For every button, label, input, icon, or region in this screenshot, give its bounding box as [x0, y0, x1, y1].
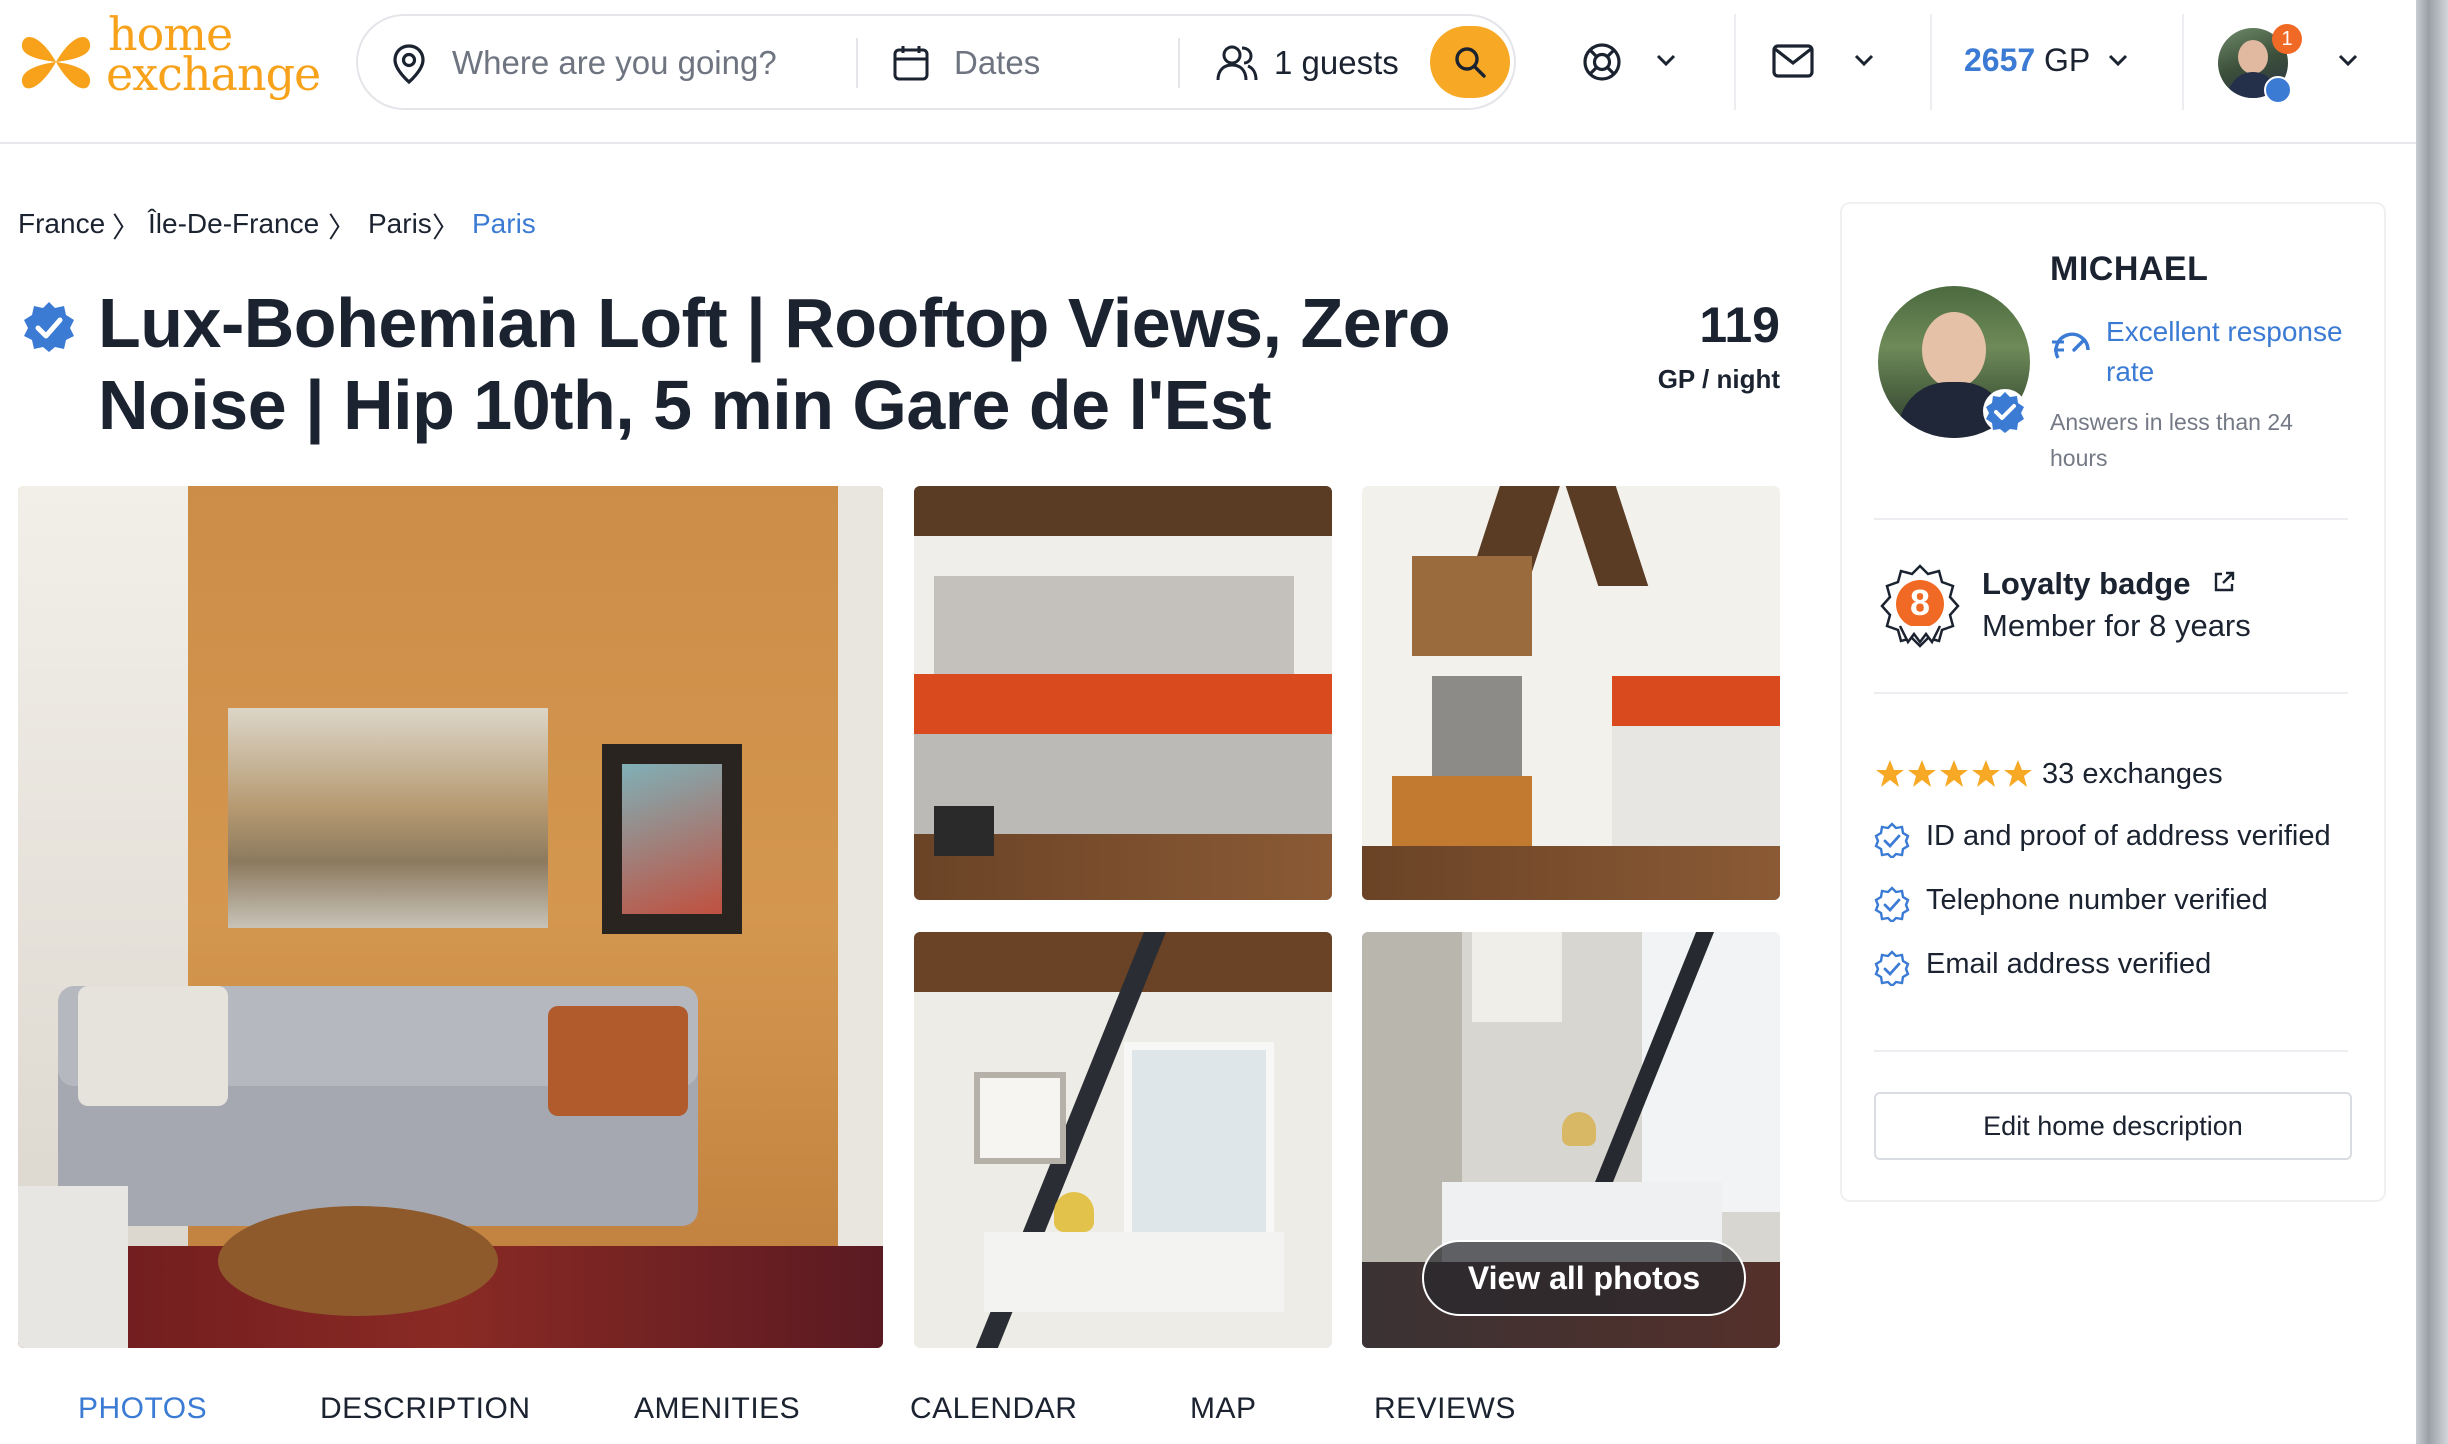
chevron-down-icon[interactable]: [1854, 54, 1874, 68]
edit-home-description-button[interactable]: Edit home description: [1874, 1092, 2352, 1160]
search-button[interactable]: [1430, 26, 1510, 98]
breadcrumb-france[interactable]: France: [18, 208, 105, 240]
breadcrumb-paris[interactable]: Paris: [368, 208, 432, 240]
guests-input[interactable]: 1 guests: [1274, 44, 1399, 82]
verified-check-icon: [1874, 950, 1910, 986]
verified-host-icon: [1983, 389, 2027, 433]
calendar-icon: [893, 46, 929, 81]
photo-living-room[interactable]: [18, 486, 883, 1348]
photo-kitchen[interactable]: [914, 486, 1332, 900]
tab-description[interactable]: DESCRIPTION: [320, 1392, 531, 1426]
top-header: home exchange Where are you going? Dates…: [0, 0, 2416, 144]
external-link-icon[interactable]: [2212, 570, 2236, 594]
chevron-down-icon[interactable]: [2108, 54, 2128, 68]
star-icons: [1876, 760, 2032, 787]
listing-price-unit: GP / night: [1657, 364, 1780, 394]
chevron-down-icon[interactable]: [1656, 54, 1676, 68]
mail-icon[interactable]: [1772, 44, 1814, 78]
search-bar[interactable]: Where are you going? Dates 1 guests: [356, 14, 1516, 110]
tab-amenities[interactable]: AMENITIES: [634, 1392, 800, 1426]
window-edge-strip: [2416, 0, 2448, 1444]
host-response-rate: Excellent response rate: [2106, 316, 2343, 387]
notification-badge: 1: [2272, 24, 2302, 54]
verification-telephone: Telephone number verified: [1926, 884, 2268, 916]
host-name[interactable]: MICHAEL: [2050, 250, 2208, 289]
host-response-time: Answers in less than 24 hours: [2050, 409, 2293, 471]
verification-id-address: ID and proof of address verified: [1926, 820, 2331, 852]
verified-check-icon: [1874, 822, 1910, 858]
tab-photos[interactable]: PHOTOS: [78, 1392, 207, 1426]
verified-listing-icon: [24, 302, 74, 352]
breadcrumb-ile-de-france[interactable]: Île-De-France: [148, 208, 319, 240]
loyalty-badge-title[interactable]: Loyalty badge: [1982, 566, 2190, 602]
search-icon: [1455, 47, 1486, 78]
guests-icon: [1216, 45, 1258, 81]
destination-input[interactable]: Where are you going?: [452, 44, 777, 82]
breadcrumb-current: Paris: [472, 208, 536, 239]
chevron-down-icon[interactable]: [2338, 54, 2358, 68]
loyalty-member-since: Member for 8 years: [1982, 608, 2251, 643]
home-exchange-logo-icon[interactable]: [20, 24, 92, 100]
logo-wordmark[interactable]: home exchange: [106, 11, 336, 101]
logo-line-exchange: exchange: [106, 47, 321, 101]
tab-map[interactable]: MAP: [1190, 1392, 1257, 1426]
photo-hallway[interactable]: [1362, 486, 1780, 900]
view-all-photos-button[interactable]: View all photos: [1422, 1240, 1746, 1316]
tab-reviews[interactable]: REVIEWS: [1374, 1392, 1516, 1426]
listing-title: Lux-Bohemian Loft | Rooftop Views, Zero …: [98, 284, 1451, 444]
guest-points-unit[interactable]: GP: [2044, 42, 2090, 79]
photo-loft-ladder[interactable]: [914, 932, 1332, 1348]
dates-input[interactable]: Dates: [954, 44, 1040, 82]
loyalty-badge-number: 8: [1909, 582, 1931, 623]
listing-price: 119: [1699, 297, 1780, 353]
help-lifebuoy-icon[interactable]: [1582, 42, 1622, 82]
host-card: MICHAEL Excellent response rate Answers …: [1840, 202, 2386, 1202]
verification-email: Email address verified: [1926, 948, 2212, 980]
exchanges-count: 33 exchanges: [2042, 758, 2223, 790]
guest-points-amount[interactable]: 2657: [1964, 42, 2035, 79]
verified-badge-icon: [2264, 76, 2292, 104]
location-pin-icon: [393, 44, 425, 84]
response-speed-icon: [2052, 332, 2090, 359]
rating-stars: [1874, 758, 2034, 792]
tab-calendar[interactable]: CALENDAR: [910, 1392, 1077, 1426]
verified-check-icon: [1874, 886, 1910, 922]
